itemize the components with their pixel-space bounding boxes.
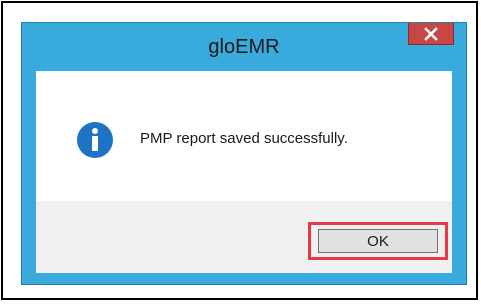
info-icon [77,122,113,158]
message-area: PMP report saved successfully. [36,71,452,201]
message-dialog: gloEMR PMP report saved successfully. OK [21,22,467,285]
close-button[interactable] [408,23,454,45]
close-icon [424,26,438,41]
dialog-body: PMP report saved successfully. OK [36,71,452,273]
screenshot-frame: gloEMR PMP report saved successfully. OK [1,1,478,300]
message-text: PMP report saved successfully. [140,130,348,147]
window-title: gloEMR [208,36,280,58]
title-bar[interactable]: gloEMR [22,23,466,71]
ok-button[interactable]: OK [318,229,438,253]
ok-button-highlight: OK [308,222,448,260]
button-bar: OK [36,201,452,273]
